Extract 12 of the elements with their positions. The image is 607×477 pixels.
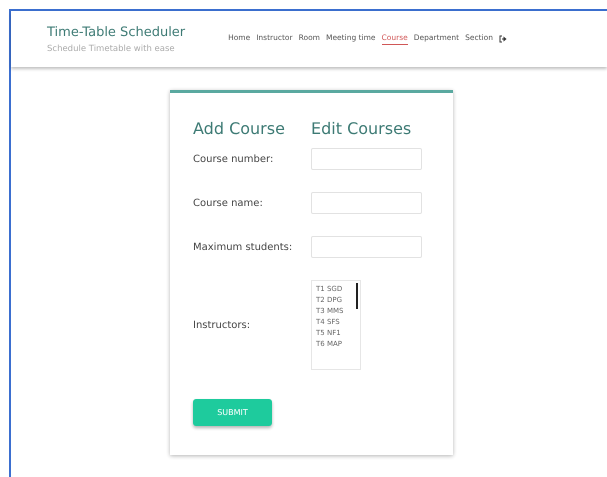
field-label: Course number: [193, 154, 274, 164]
field-label: Instructors: [193, 320, 252, 330]
form-heading: Edit Courses [311, 119, 412, 138]
input-field[interactable] [311, 236, 422, 258]
input-field[interactable] [311, 192, 422, 214]
app-tagline: Schedule Timetable with ease [47, 44, 176, 54]
input-field[interactable] [311, 148, 422, 170]
logout-icon[interactable] [499, 35, 507, 43]
app-title: Time-Table Scheduler [47, 24, 186, 40]
field-label: Course name: [193, 198, 264, 208]
form-heading: Add Course [193, 119, 286, 138]
field-label: Maximum students: [193, 242, 294, 252]
